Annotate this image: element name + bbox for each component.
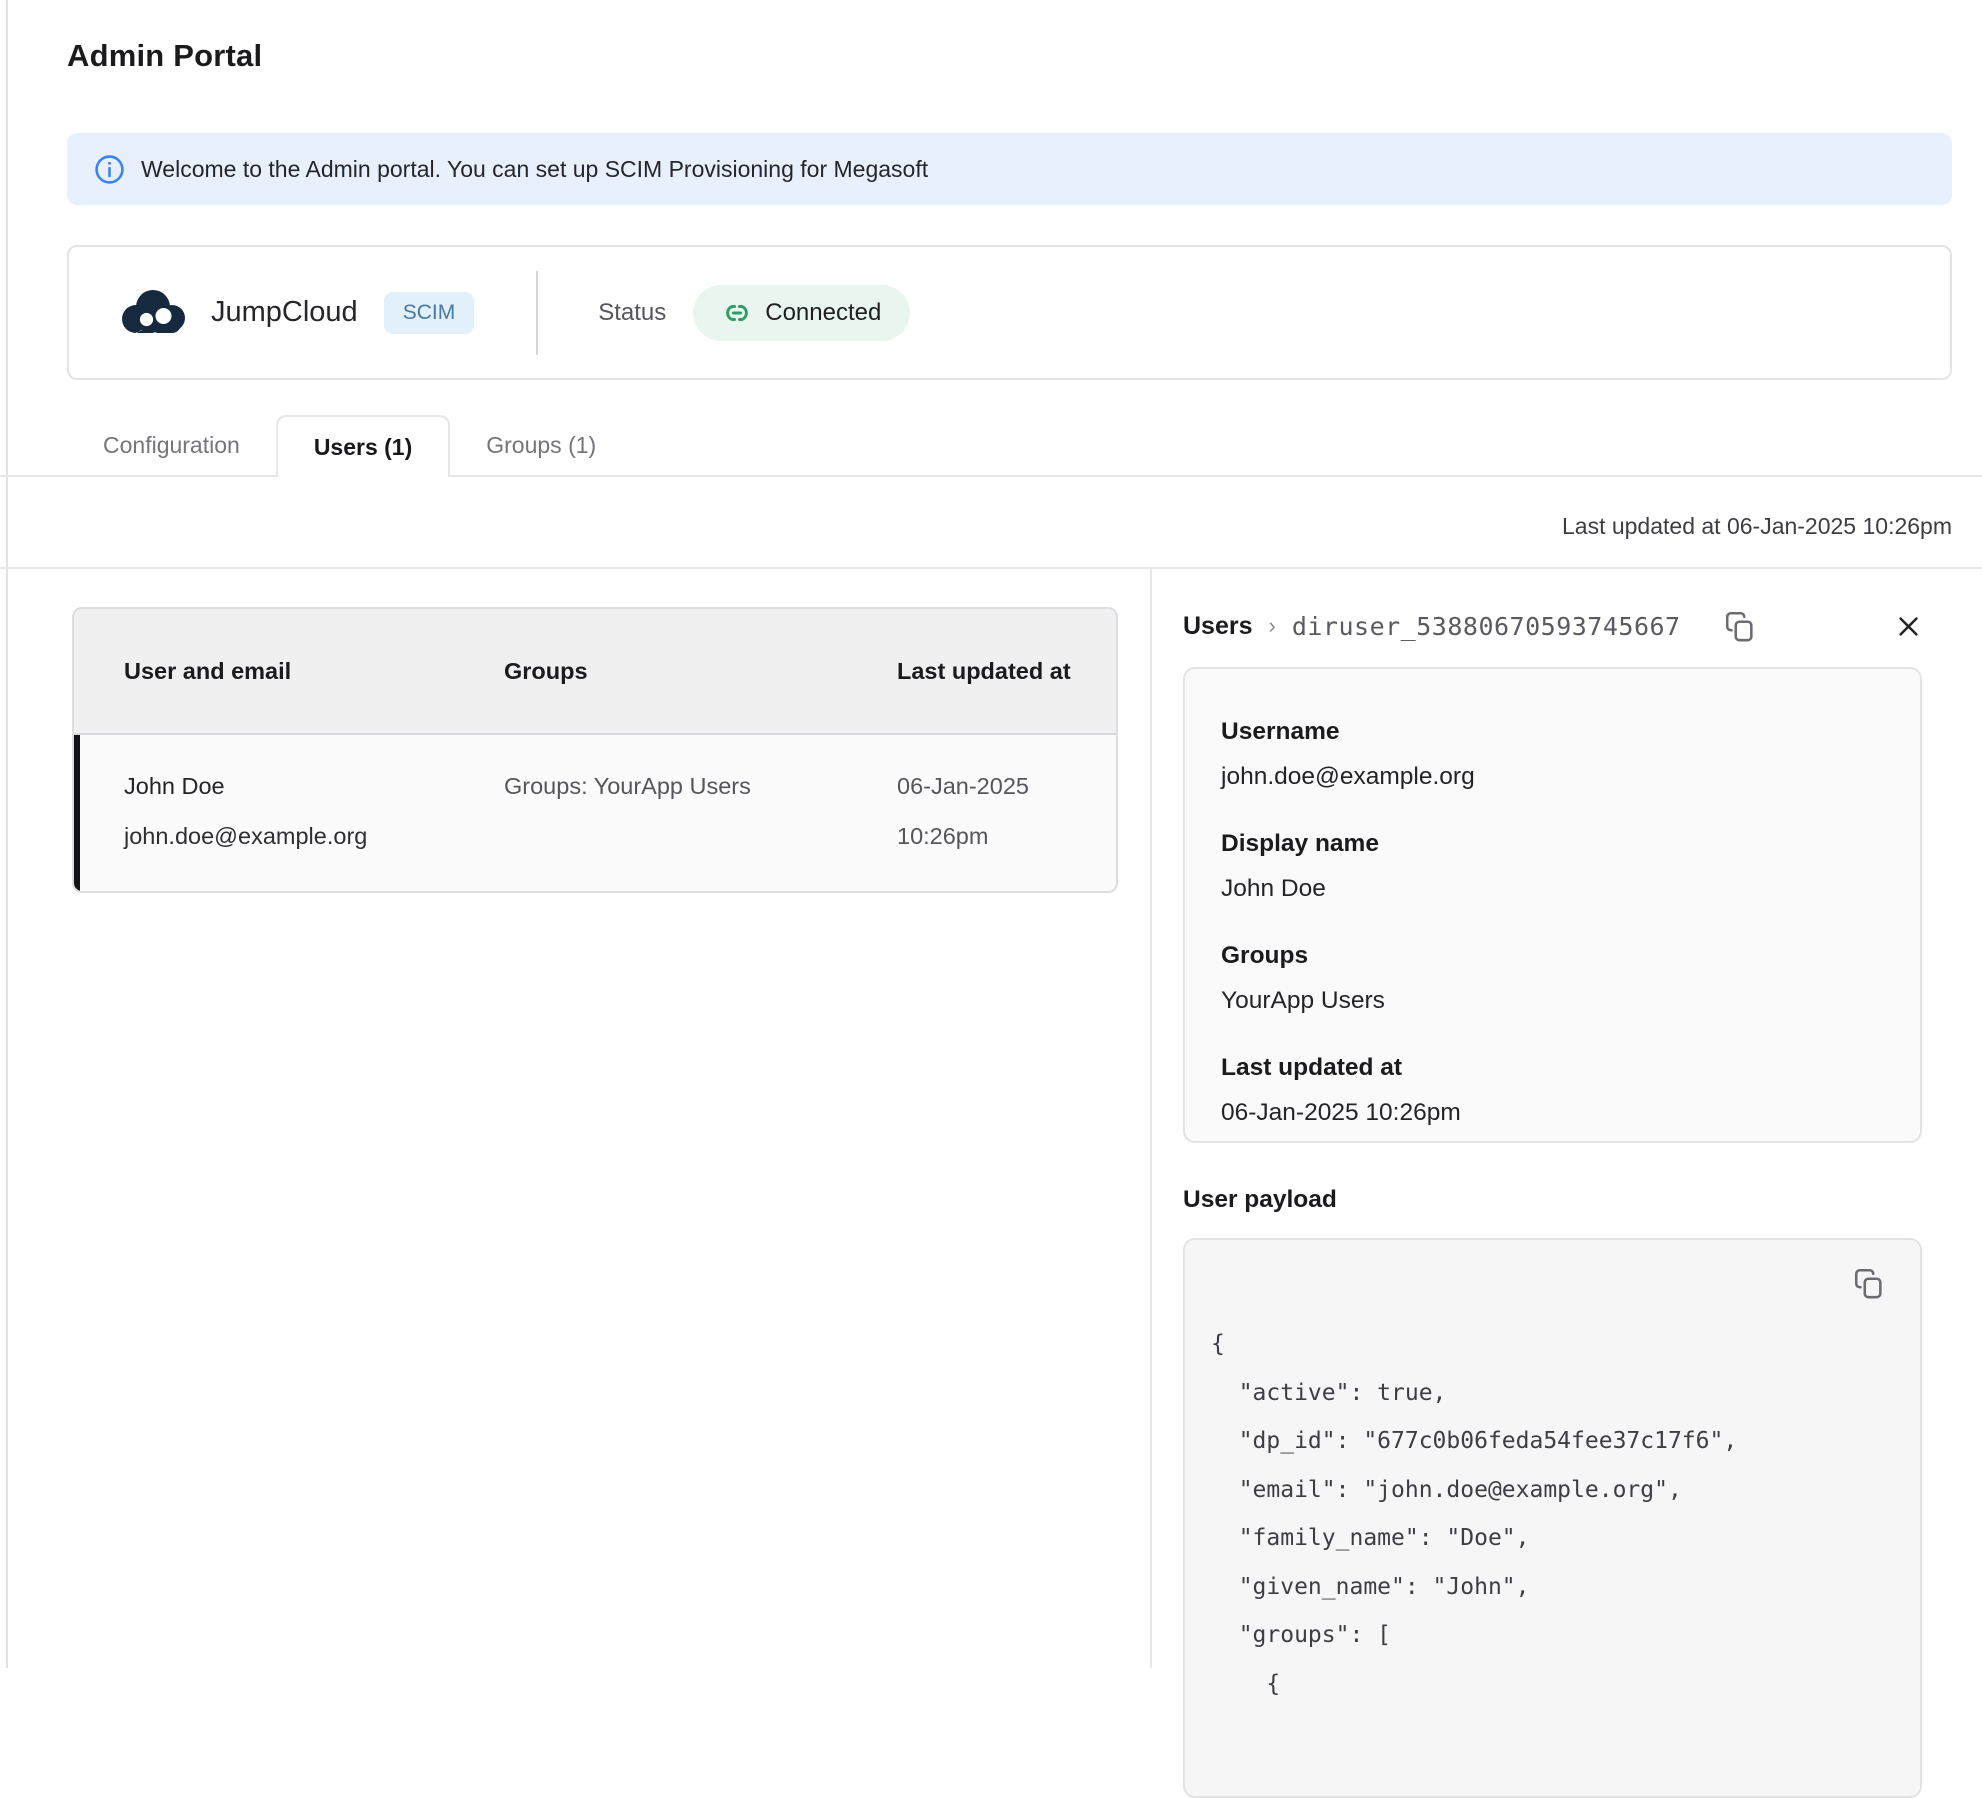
user-email: john.doe@example.org bbox=[124, 823, 368, 849]
col-last-updated: Last updated at bbox=[897, 658, 1071, 684]
field-value-display-name: John Doe bbox=[1221, 875, 1326, 902]
cell-groups: Groups: YourApp Users bbox=[504, 773, 751, 799]
updated-time: 10:26pm bbox=[897, 823, 989, 849]
user-payload-title: User payload bbox=[1183, 1186, 1337, 1213]
tab-groups[interactable]: Groups (1) bbox=[450, 415, 632, 475]
chevron-right-icon: › bbox=[1268, 613, 1276, 638]
field-label-groups: Groups bbox=[1221, 942, 1309, 969]
tab-users[interactable]: Users (1) bbox=[275, 415, 451, 477]
close-icon bbox=[1895, 613, 1922, 640]
link-icon bbox=[722, 298, 752, 328]
status-value: Connected bbox=[765, 298, 882, 326]
field-label-username: Username bbox=[1221, 718, 1340, 745]
provider-card: JumpCloud SCIM Status Connected bbox=[67, 245, 1952, 380]
col-user-and-email: User and email bbox=[124, 658, 292, 684]
close-panel-button[interactable] bbox=[1895, 613, 1922, 640]
welcome-banner: Welcome to the Admin portal. You can set… bbox=[67, 133, 1952, 205]
provider-name: JumpCloud bbox=[211, 296, 358, 328]
page-title: Admin Portal bbox=[67, 38, 263, 73]
user-payload-block: { "active": true, "dp_id": "677c0b06feda… bbox=[1183, 1238, 1922, 1798]
field-label-display-name: Display name bbox=[1221, 830, 1379, 857]
detail-panel-header: Users › diruser_53880670593745667 bbox=[1183, 604, 1922, 648]
field-label-last-updated: Last updated at bbox=[1221, 1054, 1403, 1081]
tab-configuration[interactable]: Configuration bbox=[67, 415, 276, 475]
page-left-border bbox=[6, 0, 8, 1668]
copy-payload-button[interactable] bbox=[1852, 1266, 1886, 1300]
cell-user-and-email: John Doe john.doe@example.org bbox=[124, 761, 504, 861]
users-table: User and email Groups Last updated at Jo… bbox=[72, 607, 1118, 893]
table-row[interactable]: John Doe john.doe@example.org Groups: Yo… bbox=[74, 735, 1116, 891]
status-badge: Connected bbox=[693, 284, 911, 341]
user-detail-card: Username john.doe@example.org Display na… bbox=[1183, 667, 1922, 1143]
copy-icon bbox=[1852, 1266, 1886, 1300]
jumpcloud-logo-icon bbox=[115, 285, 189, 341]
breadcrumb-user-id: diruser_53880670593745667 bbox=[1291, 611, 1681, 641]
users-table-header: User and email Groups Last updated at bbox=[74, 609, 1116, 735]
card-divider bbox=[536, 270, 539, 355]
section-divider bbox=[0, 567, 1982, 569]
field-value-groups: YourApp Users bbox=[1221, 987, 1385, 1014]
panel-divider bbox=[1150, 569, 1152, 1668]
cell-last-updated: 06-Jan-2025 10:26pm bbox=[897, 761, 1096, 861]
user-payload-json: { "active": true, "dp_id": "677c0b06feda… bbox=[1211, 1331, 1738, 1697]
status-label: Status bbox=[598, 298, 667, 326]
breadcrumb-root: Users bbox=[1183, 611, 1253, 640]
welcome-banner-text: Welcome to the Admin portal. You can set… bbox=[141, 155, 929, 182]
tab-bar: Configuration Users (1) Groups (1) bbox=[0, 415, 1982, 477]
copy-id-button[interactable] bbox=[1723, 609, 1757, 643]
user-name: John Doe bbox=[124, 773, 225, 799]
info-icon bbox=[94, 154, 125, 185]
scim-badge: SCIM bbox=[383, 291, 475, 334]
field-value-username: john.doe@example.org bbox=[1221, 763, 1475, 790]
updated-date: 06-Jan-2025 bbox=[897, 773, 1029, 799]
copy-icon bbox=[1723, 609, 1757, 643]
col-groups: Groups bbox=[504, 658, 588, 684]
last-updated-line: Last updated at 06-Jan-2025 10:26pm bbox=[1561, 513, 1952, 539]
field-value-last-updated: 06-Jan-2025 10:26pm bbox=[1221, 1099, 1461, 1126]
